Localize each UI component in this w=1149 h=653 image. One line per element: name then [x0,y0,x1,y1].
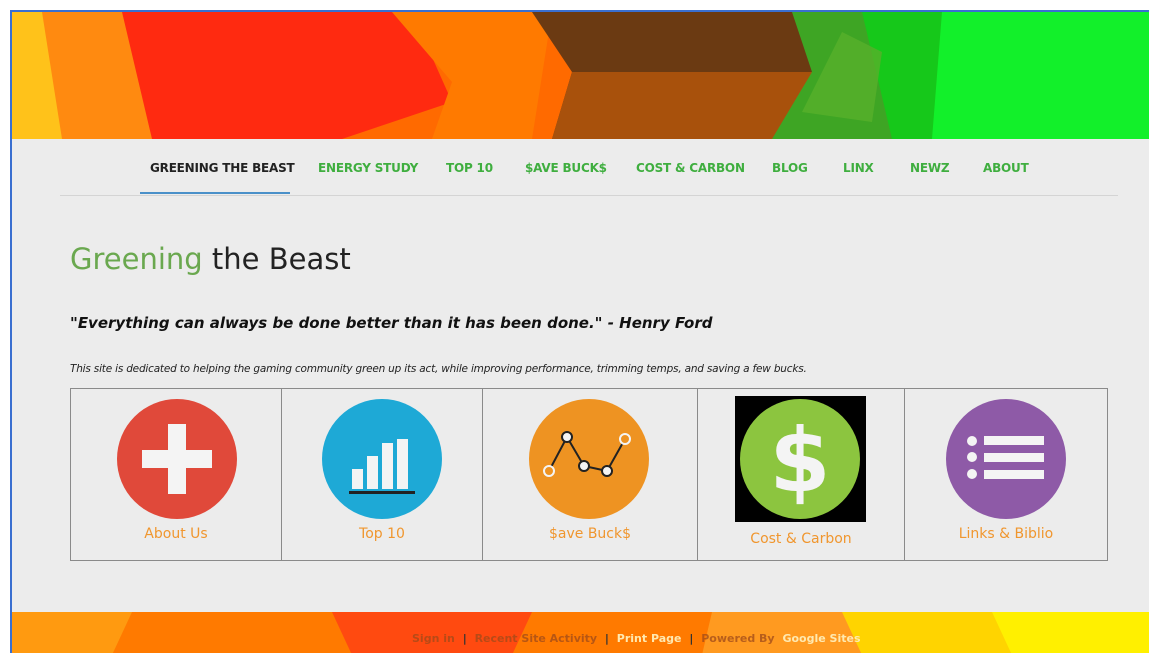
card-top-10[interactable]: Top 10 [281,388,483,561]
footer-sign-in-link[interactable]: Sign in [412,632,455,645]
footer-separator: | [689,632,694,645]
footer-links: Sign in | Recent Site Activity | Print P… [412,632,865,645]
top-navigation: GREENING THE BEAST ENERGY STUDY TOP 10 $… [60,139,1118,196]
card-label: Cost & Carbon [750,531,852,547]
header-banner [12,12,1149,139]
bar-chart-icon [322,399,442,519]
nav-linx[interactable]: LINX [843,161,874,175]
list-icon [946,399,1066,519]
footer-recent-activity-link[interactable]: Recent Site Activity [475,632,598,645]
card-label: About Us [144,526,208,542]
card-label: $ave Buck$ [548,526,632,542]
nav-about[interactable]: ABOUT [983,161,1029,175]
footer-google-sites-link[interactable]: Google Sites [782,632,860,645]
footer-separator: | [462,632,467,645]
page-frame: GREENING THE BEAST ENERGY STUDY TOP 10 $… [10,10,1149,653]
card-about-us[interactable]: About Us [70,388,282,561]
card-cost-carbon[interactable]: $ Cost & Carbon [697,388,905,561]
footer-print-page-link[interactable]: Print Page [617,632,682,645]
page-title-rest: the Beast [202,242,351,276]
henry-ford-quote: "Everything can always be done better th… [70,314,713,332]
active-tab-indicator [140,192,290,194]
card-save-bucks[interactable]: $ave Buck$ [482,388,698,561]
plus-icon [117,399,237,519]
nav-top-10[interactable]: TOP 10 [446,161,493,175]
page-title: Greening the Beast [70,242,351,276]
card-links-biblio[interactable]: Links & Biblio [904,388,1108,561]
svg-text:$: $ [769,409,830,512]
nav-cost-carbon[interactable]: COST & CARBON [636,161,745,175]
dollar-icon: $ [740,399,860,519]
page-title-accent: Greening [70,242,203,276]
site-description: This site is dedicated to helping the ga… [70,363,807,375]
nav-greening-the-beast[interactable]: GREENING THE BEAST [150,161,295,175]
nav-blog[interactable]: BLOG [772,161,808,175]
nav-save-bucks[interactable]: $AVE BUCK$ [525,161,607,175]
nav-newz[interactable]: NEWZ [910,161,950,175]
line-chart-icon [529,399,649,519]
dollar-icon-frame: $ [735,396,866,522]
nav-energy-study[interactable]: ENERGY STUDY [318,161,418,175]
banner-graphic [12,12,1149,139]
card-grid: About Us Top 10 $ave Buck$ $ Cost & Carb… [70,388,1108,563]
footer-powered-by: Powered By [701,632,775,645]
card-label: Top 10 [359,526,405,542]
footer-separator: | [604,632,609,645]
card-label: Links & Biblio [958,526,1054,542]
